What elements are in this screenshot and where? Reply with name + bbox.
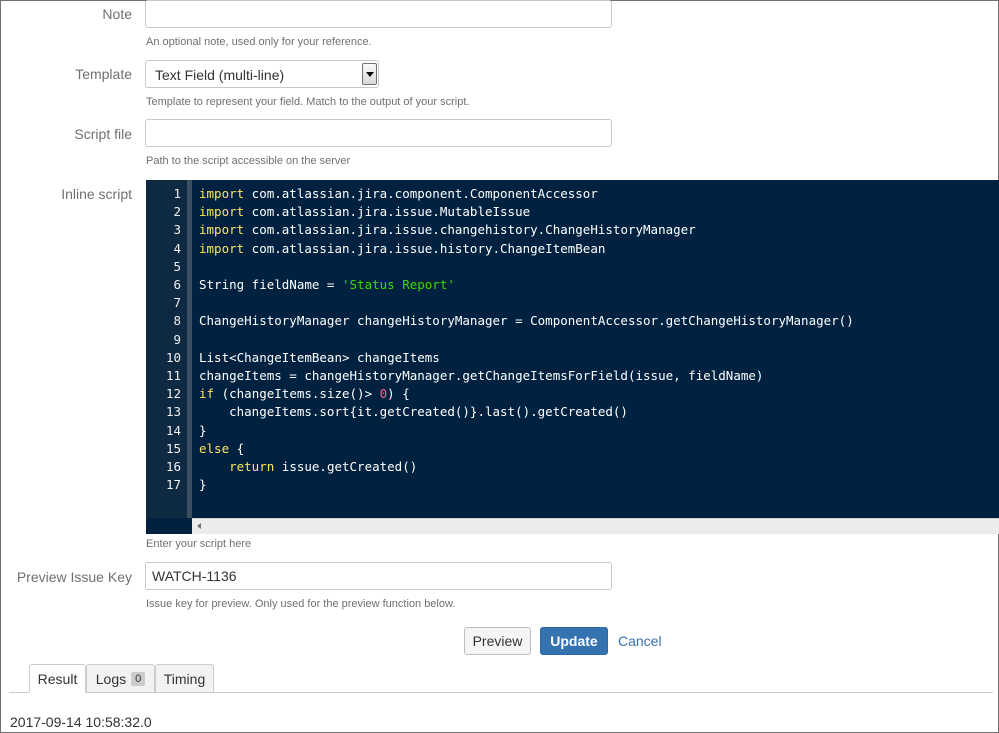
line-number: 5 — [173, 258, 181, 274]
code-line[interactable]: import com.atlassian.jira.component.Comp… — [199, 186, 598, 201]
inline-script-help: Enter your script here — [146, 538, 252, 550]
code-line[interactable]: String fieldName = 'Status Report' — [199, 277, 455, 292]
script-file-help: Path to the script accessible on the ser… — [146, 155, 351, 167]
line-number: 1 — [173, 186, 181, 201]
code-token: { — [229, 440, 245, 456]
code-line[interactable]: import com.atlassian.jira.issue.MutableI… — [199, 204, 530, 219]
logs-count-badge: 0 — [131, 671, 146, 686]
code-line[interactable]: ChangeHistoryManager changeHistoryManage… — [199, 313, 854, 328]
template-select[interactable]: Text Field (multi-line) — [145, 60, 379, 88]
code-line[interactable]: changeItems.sort{it.getCreated()}.last()… — [199, 404, 628, 419]
code-token: com.atlassian.jira.issue.history.ChangeI… — [244, 240, 606, 256]
line-number: 12 — [165, 386, 181, 402]
update-button[interactable]: Update — [540, 627, 608, 655]
code-token: else — [199, 440, 230, 456]
code-token: changeItems = changeHistoryManager.getCh… — [199, 368, 764, 383]
code-token: List<ChangeItemBean> changeItems — [199, 349, 440, 365]
scroll-left-icon[interactable] — [197, 523, 201, 529]
line-number: 9 — [173, 331, 181, 347]
line-number: 4 — [173, 240, 181, 256]
code-token: return — [229, 459, 275, 474]
line-number: 17 — [165, 477, 181, 493]
line-number: 10 — [165, 349, 181, 365]
code-line[interactable]: if (changeItems.size()> 0) { — [199, 386, 410, 401]
code-token: if — [199, 386, 215, 402]
code-token: } — [199, 477, 207, 493]
line-number: 16 — [165, 459, 181, 474]
code-token: ) { — [387, 386, 410, 402]
code-token: com.atlassian.jira.component.ComponentAc… — [244, 186, 598, 201]
tab-timing[interactable]: Timing — [155, 664, 214, 693]
tab-logs-label: Logs — [95, 670, 127, 687]
cancel-link[interactable]: Cancel — [618, 633, 662, 649]
code-line[interactable]: import com.atlassian.jira.issue.changehi… — [199, 222, 696, 237]
code-line[interactable]: } — [199, 477, 207, 492]
preview-button[interactable]: Preview — [464, 627, 531, 655]
code-token: } — [199, 422, 207, 438]
tab-result-label: Result — [37, 670, 78, 687]
preview-issue-key-label: Preview Issue Key — [16, 569, 132, 585]
code-token: ChangeHistoryManager changeHistoryManage… — [199, 313, 854, 329]
script-file-input[interactable] — [145, 119, 612, 147]
line-number: 13 — [165, 404, 181, 420]
code-token: 'Status Report' — [342, 277, 455, 292]
line-number: 2 — [173, 204, 181, 220]
code-line[interactable]: import com.atlassian.jira.issue.history.… — [199, 241, 605, 256]
script-file-label: Script file — [74, 126, 132, 142]
line-number: 8 — [173, 313, 181, 329]
code-token: changeItems.sort{it.getCreated()}.last()… — [199, 404, 628, 420]
code-line[interactable]: else { — [199, 441, 244, 456]
template-select-value: Text Field (multi-line) — [155, 67, 285, 83]
result-output: 2017-09-14 10:58:32.0 — [10, 714, 152, 730]
line-number: 14 — [165, 422, 181, 438]
line-number: 15 — [165, 440, 181, 456]
code-line[interactable]: return issue.getCreated() — [199, 459, 417, 474]
code-token: com.atlassian.jira.issue.MutableIssue — [244, 204, 531, 220]
tab-logs[interactable]: Logs 0 — [86, 664, 155, 693]
preview-issue-key-help: Issue key for preview. Only used for the… — [146, 598, 456, 610]
code-token: com.atlassian.jira.issue.changehistory.C… — [244, 222, 696, 238]
tab-timing-label: Timing — [163, 670, 206, 687]
line-number-gutter: 1 2 3 4 5 6 7 8 9 10 11 12 13 14 15 16 17 — [146, 180, 192, 518]
preview-issue-key-input[interactable] — [145, 562, 612, 590]
code-token: issue.getCreated() — [274, 459, 418, 474]
inline-script-label: Inline script — [61, 186, 132, 202]
note-label: Note — [102, 6, 132, 22]
line-number: 3 — [173, 222, 181, 238]
note-input[interactable] — [145, 0, 612, 28]
horizontal-scrollbar[interactable] — [192, 518, 999, 534]
code-token: import — [199, 240, 245, 256]
code-token: String fieldName = — [199, 277, 342, 292]
tab-result[interactable]: Result — [29, 664, 86, 693]
note-help: An optional note, used only for your ref… — [146, 36, 372, 48]
template-label: Template — [75, 66, 132, 82]
code-line[interactable]: } — [199, 423, 207, 438]
line-number: 11 — [165, 368, 181, 383]
code-token: import — [199, 186, 245, 201]
code-token: import — [199, 222, 245, 238]
line-number: 6 — [173, 277, 181, 292]
template-help: Template to represent your field. Match … — [146, 96, 470, 108]
code-line[interactable]: changeItems = changeHistoryManager.getCh… — [199, 368, 763, 383]
code-line[interactable]: List<ChangeItemBean> changeItems — [199, 350, 440, 365]
chevron-down-icon[interactable] — [362, 63, 377, 85]
code-editor[interactable]: 1 2 3 4 5 6 7 8 9 10 11 12 13 14 15 16 17 import com.atl… — [146, 180, 999, 534]
line-number: 7 — [173, 295, 181, 311]
code-token: import — [199, 204, 245, 220]
code-token: (changeItems.size()> — [214, 386, 380, 402]
